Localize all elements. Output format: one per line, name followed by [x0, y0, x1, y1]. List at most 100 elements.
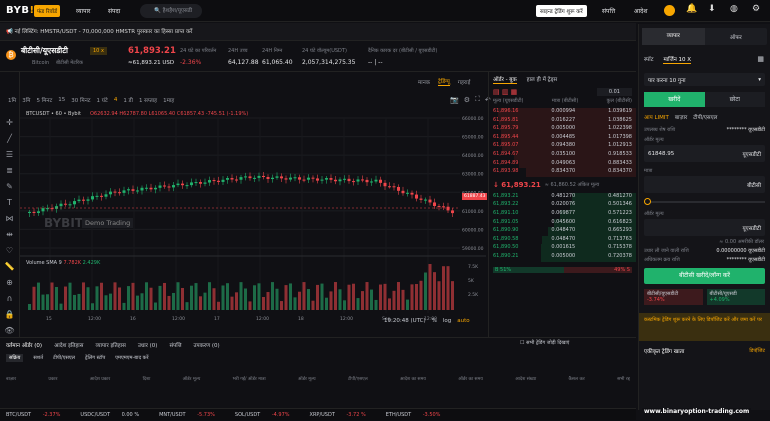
qty-input[interactable]: बीटीसी: [644, 176, 765, 193]
tab-current-orders[interactable]: वर्तमान ऑर्डर (0): [6, 341, 42, 349]
deposit-link[interactable]: डिपॉ़जिट: [749, 348, 765, 354]
download-icon[interactable]: ⬇: [708, 4, 716, 14]
bid-row[interactable]: 61,891.10 0.069877 0.571223: [489, 209, 636, 219]
subtab-trailing[interactable]: ट्रेलिंग स्टॉप: [85, 355, 105, 361]
price-chart[interactable]: 66000.0065000.0064000.0063000.0062000.00…: [20, 88, 490, 328]
pair-sub1[interactable]: Bitcoin: [32, 60, 49, 66]
bid-row[interactable]: 61,891.05 0.045600 0.616823: [489, 218, 636, 228]
volume-bar: [392, 290, 396, 310]
show-all-pairs[interactable]: ☐ सभी ट्रेडिंग जोड़ी दिखाएं: [520, 340, 569, 346]
status-ticker[interactable]: SOL/USDT -4.97%: [235, 412, 300, 418]
subtab-tpsl[interactable]: टीपी/एसएल: [53, 355, 75, 361]
ask-row[interactable]: 61,895.81 0.016227 1.038625: [489, 116, 636, 126]
start-trading-button[interactable]: साइन्ड ट्रेडिंग शुरू करें: [536, 5, 587, 17]
bid-row[interactable]: 61,890.21 0.005000 0.720378: [489, 252, 636, 262]
log-toggle[interactable]: log: [443, 318, 451, 324]
candle-body: [163, 185, 166, 187]
ask-row[interactable]: 61,895.79 0.005000 1.022398: [489, 125, 636, 134]
subtab-mmm[interactable]: एमएमएम-बाद करें: [115, 355, 148, 361]
ask-row[interactable]: 61,894.67 0.035100 0.918533: [489, 150, 636, 160]
zoom-icon[interactable]: ⊕: [0, 278, 19, 294]
status-ticker[interactable]: XRP/USDT -3.72 %: [310, 412, 376, 418]
bid-row[interactable]: 61,890.90 0.048470 0.665293: [489, 227, 636, 236]
mode-margin[interactable]: मार्जिन 10 X: [663, 55, 692, 64]
buy-long-button[interactable]: बीटीसी खरीदें/लॉन्ग करें: [644, 268, 765, 284]
bell-icon[interactable]: 🔔: [686, 4, 697, 14]
ob-view-icon[interactable]: ▤ ▥ ▦: [493, 88, 517, 96]
pair-name[interactable]: बीटीसी/यूएसडीटी: [21, 46, 68, 56]
mini-pair-1[interactable]: बीटीसी/यूएसडीटी -3.74%: [644, 289, 703, 305]
brush-icon[interactable]: ✎: [0, 182, 19, 198]
tab-tools[interactable]: उपकरण (0): [194, 341, 220, 349]
horizontal-line-icon[interactable]: ☰: [0, 150, 19, 166]
tab-standard[interactable]: मानक: [418, 78, 430, 86]
announcement-ticker[interactable]: 📢 नई लिस्टिंग: HMSTR/USDT - 70,000,000 H…: [0, 23, 636, 41]
value-input[interactable]: यूएसडीटी: [644, 219, 765, 236]
trendline-icon[interactable]: ╱: [0, 134, 19, 150]
tab-orderbook[interactable]: ऑर्डर - बुक: [493, 75, 517, 84]
ob-header: मूल्य (यूएसडीटी) मात्रा (बीटीसी) कुल (बीटी…: [493, 98, 632, 104]
ask-row[interactable]: 61,894.89 0.049063 0.883433: [489, 159, 636, 169]
tab-trade-history[interactable]: व्यापार इतिहास: [95, 341, 125, 349]
magnet-icon[interactable]: ∩: [0, 294, 19, 310]
bid-row[interactable]: 61,890.58 0.048470 0.713763: [489, 235, 636, 245]
nav-orders[interactable]: आदेश: [634, 7, 647, 15]
tab-trade[interactable]: व्यापार: [642, 28, 705, 45]
measure-icon[interactable]: ⇹: [0, 230, 19, 246]
precision-select[interactable]: 0.01: [596, 88, 632, 96]
subtab-conditional[interactable]: सशर्त: [33, 355, 43, 361]
borrow-select[interactable]: पार करना 10 गुना ▾: [644, 73, 765, 86]
promo-banner[interactable]: कस्टमिक ट्रेडिंग शुरू करने के लिए डिपॉजि…: [639, 313, 770, 341]
ask-row[interactable]: 61,896.16 0.000994 1.039619: [489, 108, 636, 117]
tab-depth[interactable]: गहराई: [458, 78, 470, 86]
auto-toggle[interactable]: auto: [457, 318, 469, 324]
tab-recent-trades[interactable]: हाल ही में ट्रेड्स: [527, 75, 557, 83]
tab-offer[interactable]: ऑफर: [705, 33, 768, 41]
nav-trade[interactable]: व्यापार: [76, 7, 91, 15]
tab-tradingview[interactable]: ट्रेडिंग्यू: [438, 77, 450, 86]
bid-row[interactable]: 61,893.21 0.481270 0.481270: [489, 192, 636, 202]
heart-icon[interactable]: ♡: [0, 246, 19, 262]
bid-row[interactable]: 61,890.50 0.001615 0.715378: [489, 244, 636, 253]
ask-row[interactable]: 61,895.44 0.004485 1.017398: [489, 133, 636, 143]
ask-row[interactable]: 61,893.98 0.834370 0.834370: [489, 168, 636, 177]
sell-tab[interactable]: छोटा: [704, 92, 765, 107]
calculator-icon[interactable]: ▦: [757, 55, 764, 63]
ruler-icon[interactable]: 📏: [0, 262, 19, 278]
lock-icon[interactable]: 🔒: [0, 310, 19, 326]
pair-sub2[interactable]: बीटीसी मेटरिक: [56, 60, 83, 66]
type-limit[interactable]: आप LIMIT: [644, 113, 669, 121]
mini-pair-2[interactable]: बीटीसी/यूएसडी +4.09%: [706, 289, 765, 305]
status-ticker[interactable]: MNT/USDT -5.73%: [159, 412, 225, 418]
tab-assets[interactable]: संपत्ति: [169, 341, 181, 349]
price-input[interactable]: 61848.95 यूएसडीटी: [644, 145, 765, 162]
tab-borrow[interactable]: उधार (0): [138, 341, 158, 349]
volume-bar: [199, 296, 202, 310]
search-input[interactable]: 🔍 हैशहैश/यूएसडी: [140, 4, 202, 18]
nav-assets[interactable]: संपदा: [108, 7, 120, 15]
mode-spot[interactable]: स्पॉट: [644, 55, 653, 63]
qty-slider[interactable]: [644, 198, 765, 205]
text-icon[interactable]: T: [0, 198, 19, 214]
gear-icon[interactable]: ⚙: [752, 4, 760, 14]
type-market[interactable]: बाज़ार: [675, 113, 687, 121]
candlestick-svg[interactable]: 66000.0065000.0064000.0063000.0062000.00…: [20, 88, 490, 328]
bid-row[interactable]: 61,893.22 0.020076 0.501346: [489, 201, 636, 210]
subtab-active[interactable]: सक्रिय: [6, 353, 24, 362]
candle-body: [325, 178, 328, 180]
pattern-icon[interactable]: ⋈: [0, 214, 19, 230]
reward-badge[interactable]: फंड रिवॉर्ड: [34, 5, 61, 17]
buy-tab[interactable]: खरीदें: [644, 92, 705, 107]
avatar[interactable]: [664, 5, 675, 16]
type-tpsl[interactable]: टीपी/एसएल: [693, 113, 717, 121]
percent-toggle[interactable]: %: [432, 318, 437, 324]
crosshair-icon[interactable]: ✛: [0, 118, 19, 134]
status-ticker[interactable]: USDC/USDT 0.00 %: [80, 412, 149, 418]
tab-order-history[interactable]: आदेश इतिहास: [54, 341, 83, 349]
status-ticker[interactable]: ETH/USDT -3.50%: [386, 412, 451, 418]
fib-icon[interactable]: ≣: [0, 166, 19, 182]
nav-assets-right[interactable]: संपत्ति: [602, 7, 615, 15]
globe-icon[interactable]: ◍: [730, 4, 738, 14]
status-ticker[interactable]: BTC/USDT -2.37%: [6, 412, 70, 418]
ask-row[interactable]: 61,895.07 0.094380 1.012913: [489, 142, 636, 151]
